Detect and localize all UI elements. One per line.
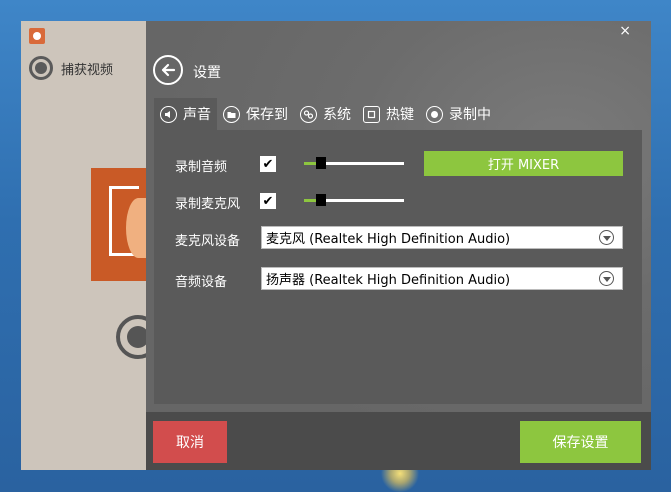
capture-illustration xyxy=(91,168,151,281)
record-mic-label: 录制麦克风 xyxy=(175,197,241,212)
record-mic-slider-thumb[interactable] xyxy=(316,194,326,206)
tab-save-to-label: 保存到 xyxy=(246,107,288,123)
audio-device-select[interactable]: 扬声器 (Realtek High Definition Audio) xyxy=(261,267,623,290)
mic-device-value: 麦克风 (Realtek High Definition Audio) xyxy=(266,232,511,247)
capture-video-label: 捕获视频 xyxy=(61,62,114,78)
settings-tabs: 声音 保存到 系统 热键 录制中 xyxy=(154,98,497,130)
tab-recording-label: 录制中 xyxy=(449,107,491,123)
close-icon[interactable]: × xyxy=(619,23,631,39)
record-mic-checkbox[interactable]: ✔ xyxy=(260,193,276,209)
audio-device-label: 音频设备 xyxy=(175,275,228,290)
footer-bar: 取消 保存设置 xyxy=(146,412,651,470)
speaker-icon xyxy=(160,105,177,123)
chevron-down-icon[interactable] xyxy=(599,230,614,245)
record-icon xyxy=(426,105,443,123)
back-button[interactable] xyxy=(153,55,183,85)
settings-panel: × 设置 声音 保存到 系统 热键 录制中 录制音频 ✔ 打开 MIXER 录制… xyxy=(146,21,651,470)
tab-hotkey[interactable]: 热键 xyxy=(357,98,420,130)
audio-device-value: 扬声器 (Realtek High Definition Audio) xyxy=(266,273,511,288)
record-mic-slider-fill xyxy=(304,199,316,202)
sound-settings-content: 录制音频 ✔ 打开 MIXER 录制麦克风 ✔ 麦克风设备 麦克风 (Realt… xyxy=(154,130,642,404)
record-mic-slider[interactable] xyxy=(304,194,404,206)
save-settings-button[interactable]: 保存设置 xyxy=(520,421,641,463)
tab-hotkey-label: 热键 xyxy=(386,107,414,123)
left-panel: 捕获视频 xyxy=(21,21,160,470)
tab-recording[interactable]: 录制中 xyxy=(420,98,497,130)
tab-save-to[interactable]: 保存到 xyxy=(217,98,294,130)
tab-sound[interactable]: 声音 xyxy=(154,98,217,130)
gears-icon xyxy=(300,105,317,123)
record-audio-slider[interactable] xyxy=(304,157,404,169)
mic-device-select[interactable]: 麦克风 (Realtek High Definition Audio) xyxy=(261,226,623,249)
app-logo-icon xyxy=(29,28,45,44)
open-mixer-button[interactable]: 打开 MIXER xyxy=(424,151,623,176)
page-title: 设置 xyxy=(193,65,221,81)
tab-system[interactable]: 系统 xyxy=(294,98,357,130)
record-audio-slider-fill xyxy=(304,162,316,165)
record-audio-checkbox[interactable]: ✔ xyxy=(260,156,276,172)
tab-system-label: 系统 xyxy=(323,107,351,123)
folder-icon xyxy=(223,105,240,123)
back-arrow-icon xyxy=(161,63,176,77)
tab-sound-label: 声音 xyxy=(183,107,211,123)
record-audio-label: 录制音频 xyxy=(175,160,228,175)
capture-radio-icon[interactable] xyxy=(29,56,53,80)
cancel-button[interactable]: 取消 xyxy=(153,421,227,463)
app-window: 捕获视频 × 设置 声音 保存到 系统 热键 录制中 录制音频 ✔ 打开 MIX… xyxy=(21,21,651,470)
mic-device-label: 麦克风设备 xyxy=(175,234,241,249)
hotkey-icon xyxy=(363,105,380,123)
record-audio-slider-thumb[interactable] xyxy=(316,157,326,169)
chevron-down-icon[interactable] xyxy=(599,271,614,286)
capture-video-option[interactable]: 捕获视频 xyxy=(29,56,113,80)
